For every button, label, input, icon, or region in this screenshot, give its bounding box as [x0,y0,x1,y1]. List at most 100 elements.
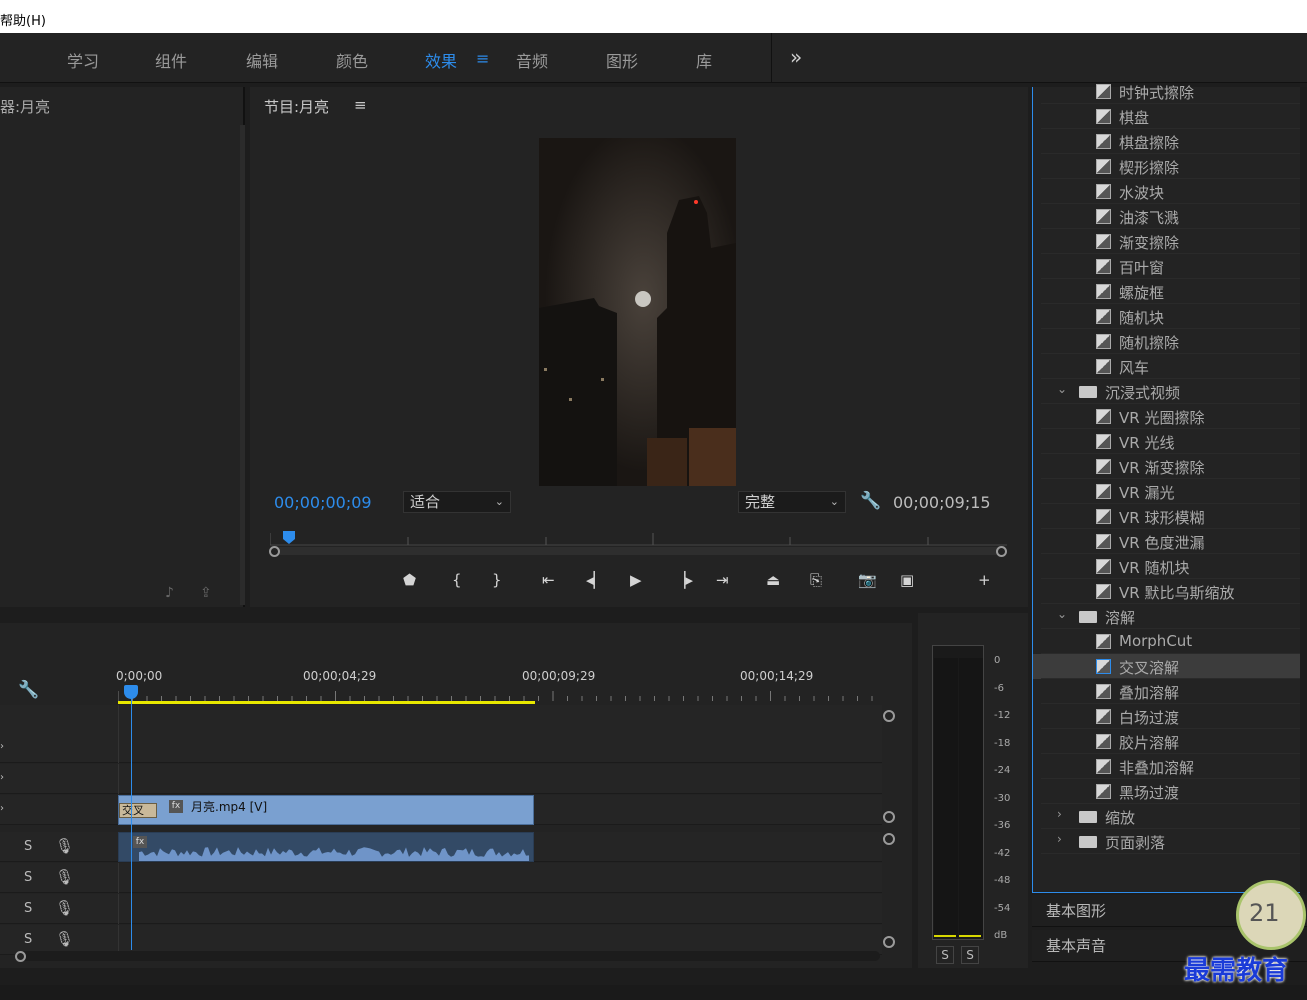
playback-resolution-select[interactable]: 完整 ⌄ [738,491,846,513]
chevron-down-icon[interactable]: ⌄ [1057,382,1067,396]
cross-dissolve-transition[interactable]: 交叉 [119,803,157,818]
timeline-time-ruler[interactable] [118,691,882,701]
workspace-tab-editing[interactable]: 编辑 [246,48,278,72]
effects-item[interactable]: VR 球形模糊 [1033,504,1307,529]
track-v3[interactable]: › [0,733,882,763]
comparison-view-icon[interactable]: ▣ [900,571,914,589]
effects-item[interactable]: VR 光线 [1033,429,1307,454]
solo-button[interactable]: S [24,870,32,885]
video-preview[interactable] [539,138,736,486]
chevron-down-icon[interactable]: ⌄ [1057,607,1067,621]
solo-button[interactable]: S [24,932,32,947]
timeline-horizontal-scrollbar[interactable] [15,951,880,961]
effects-item[interactable]: 风车 [1033,354,1307,379]
video-clip[interactable]: 交叉 fx 月亮.mp4 [V] [118,795,534,825]
effects-item[interactable]: VR 渐变擦除 [1033,454,1307,479]
track-toggle-icon[interactable]: › [0,741,4,752]
effects-item[interactable]: VR 随机块 [1033,554,1307,579]
more-workspaces-icon[interactable]: » [790,45,802,69]
effects-item[interactable]: 非叠加溶解 [1033,754,1307,779]
track-toggle-icon[interactable]: › [0,803,4,814]
solo-button[interactable]: S [24,839,32,854]
effects-item[interactable]: 水波块 [1033,179,1307,204]
effects-item[interactable]: 楔形擦除 [1033,154,1307,179]
step-back-icon[interactable]: ◂▏ [586,571,605,589]
extract-icon[interactable]: ⎘ [810,571,822,589]
microphone-icon[interactable]: 🎙 [55,899,74,917]
vertical-zoom-handle[interactable] [883,833,895,845]
effects-folder[interactable]: › 页面剥落 [1033,829,1307,854]
effects-item[interactable]: 随机擦除 [1033,329,1307,354]
effects-item[interactable]: 时钟式擦除 [1033,79,1307,104]
track-a3[interactable]: S 🎙 [0,894,882,924]
workspace-tab-learn[interactable]: 学习 [67,48,99,72]
effects-item[interactable]: 油漆飞溅 [1033,204,1307,229]
effects-item[interactable]: VR 色度泄漏 [1033,529,1307,554]
track-v2[interactable]: › [0,764,882,794]
lift-icon[interactable]: ⏏ [766,571,780,589]
workspace-menu-icon[interactable]: ≡ [476,49,489,68]
program-panel-menu-icon[interactable]: ≡ [354,96,367,114]
button-editor-plus-icon[interactable]: + [978,571,991,589]
effects-item[interactable]: VR 漏光 [1033,479,1307,504]
workspace-tab-color[interactable]: 颜色 [336,48,368,72]
mark-out-icon[interactable]: } [492,571,502,589]
microphone-icon[interactable]: 🎙 [55,837,74,855]
timeline-playhead-line[interactable] [131,685,132,950]
settings-wrench-icon[interactable]: 🔧 [860,491,881,511]
vertical-zoom-handle[interactable] [883,710,895,722]
source-panel-scroll[interactable] [240,125,245,605]
workspace-tab-assembly[interactable]: 组件 [155,48,187,72]
effects-item[interactable]: 交叉溶解 [1033,654,1307,679]
timeline-zoom-handle[interactable] [15,951,26,962]
solo-button[interactable]: S [24,901,32,916]
program-panel-title[interactable]: 节目:月亮 [264,96,329,117]
microphone-icon[interactable]: 🎙 [55,868,74,886]
effects-scrollbar[interactable] [1300,87,1307,893]
export-frame-camera-icon[interactable]: 📷 [858,571,877,589]
effects-folder[interactable]: ⌄ 溶解 [1033,604,1307,629]
current-timecode[interactable]: 00;00;00;09 [274,493,372,512]
go-to-out-icon[interactable]: ⇥ [716,571,729,589]
solo-left-button[interactable]: S [936,946,954,964]
effects-item[interactable]: 白场过渡 [1033,704,1307,729]
effects-item[interactable]: VR 默比乌斯缩放 [1033,579,1307,604]
effects-item[interactable]: MorphCut [1033,629,1307,654]
work-area-bar[interactable] [118,701,535,704]
workspace-tab-libraries[interactable]: 库 [696,48,712,72]
add-marker-icon[interactable]: ⬟ [403,571,416,589]
effects-item[interactable]: 胶片溶解 [1033,729,1307,754]
play-icon[interactable]: ▶ [630,571,642,589]
program-zoom-scrollbar[interactable] [270,547,1007,555]
timeline-playhead-handle[interactable] [124,685,138,699]
effects-item[interactable]: 棋盘 [1033,104,1307,129]
chevron-right-icon[interactable]: › [1057,807,1062,821]
mark-in-icon[interactable]: { [452,571,462,589]
effects-item[interactable]: 叠加溶解 [1033,679,1307,704]
menu-help[interactable]: 帮助(H) [0,10,46,29]
workspace-tab-graphics[interactable]: 图形 [606,48,638,72]
workspace-tab-audio[interactable]: 音频 [516,48,548,72]
track-a2[interactable]: S 🎙 [0,863,882,893]
vertical-zoom-handle[interactable] [883,811,895,823]
effects-folder[interactable]: ⌄ 沉浸式视频 [1033,379,1307,404]
effects-item[interactable]: 随机块 [1033,304,1307,329]
effects-item[interactable]: 棋盘擦除 [1033,129,1307,154]
source-panel-title[interactable]: 器:月亮 [0,96,50,117]
zoom-level-select[interactable]: 适合 ⌄ [403,491,511,513]
export-frame-icon[interactable]: ⇪ [200,585,212,601]
effects-item[interactable]: 黑场过渡 [1033,779,1307,804]
step-forward-icon[interactable]: ▕▸ [674,571,693,589]
effects-folder[interactable]: › 缩放 [1033,804,1307,829]
effects-item[interactable]: 百叶窗 [1033,254,1307,279]
timeline-settings-wrench-icon[interactable]: 🔧 [18,680,39,700]
effects-item[interactable]: 渐变擦除 [1033,229,1307,254]
program-time-ruler[interactable] [269,527,1007,547]
audio-only-icon[interactable]: ♪ [165,585,174,601]
effects-item[interactable]: VR 光圈擦除 [1033,404,1307,429]
vertical-zoom-handle[interactable] [883,936,895,948]
microphone-icon[interactable]: 🎙 [55,930,74,948]
chevron-right-icon[interactable]: › [1057,832,1062,846]
zoom-handle-right[interactable] [996,546,1007,557]
workspace-tab-effects[interactable]: 效果 [425,48,457,72]
